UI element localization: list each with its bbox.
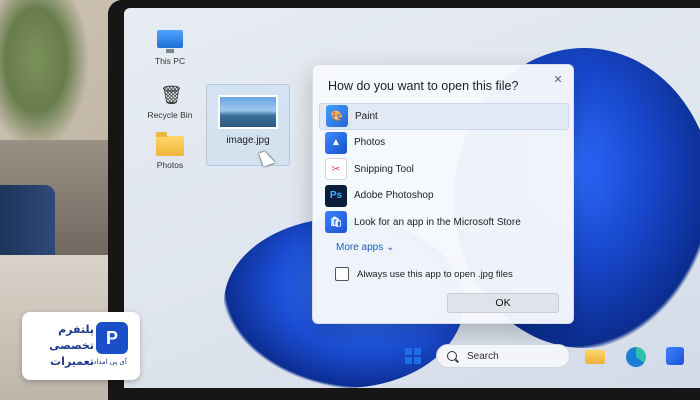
app-item-paint[interactable]: 🎨 Paint <box>319 103 569 130</box>
brand-line-2: تخصصی <box>49 340 94 352</box>
image-thumbnail <box>218 95 278 129</box>
search-icon <box>447 351 457 361</box>
desktop-icon-label: Photos <box>156 160 184 170</box>
background-plant <box>0 0 90 150</box>
app-item-photos[interactable]: ▲ Photos <box>319 130 569 157</box>
file-explorer-icon[interactable] <box>585 350 605 364</box>
search-label: Search <box>467 350 499 362</box>
desktop-icon-label: Recycle Bin <box>147 110 193 120</box>
always-use-label: Always use this app to open .jpg files <box>357 268 513 280</box>
app-label: Adobe Photoshop <box>354 190 434 202</box>
open-with-dialog: How do you want to open this file? ✕ 🎨 P… <box>312 64 574 324</box>
app-label: Paint <box>355 110 378 122</box>
start-icon[interactable] <box>405 348 421 364</box>
chevron-down-icon: ⌄ <box>386 242 395 253</box>
laptop-screen: This PC 🗑 Recycle Bin Photos image.jpg H… <box>124 8 700 388</box>
background-mug <box>0 185 55 265</box>
edge-icon[interactable] <box>626 347 646 367</box>
desktop-icon-label: This PC <box>154 56 186 66</box>
computer-icon <box>157 30 183 53</box>
file-name: image.jpg <box>226 135 270 146</box>
more-apps-link[interactable]: More apps ⌄ <box>336 242 394 253</box>
store-icon: 🛍 <box>325 211 347 234</box>
app-item-microsoft-store[interactable]: 🛍 Look for an app in the Microsoft Store <box>319 209 569 236</box>
recycle-bin-icon: 🗑 <box>160 85 183 105</box>
app-label: Photos <box>354 137 386 149</box>
brand-badge: پلتفرم تخصصی تعمیرات P آی پی امداد <box>22 312 140 380</box>
store-taskbar-icon[interactable] <box>666 347 684 365</box>
app-item-snipping-tool[interactable]: ✂ Snipping Tool <box>319 156 569 183</box>
brand-subtitle: آی پی امداد <box>93 359 127 366</box>
brand-text: پلتفرم تخصصی تعمیرات <box>32 322 94 370</box>
always-use-checkbox[interactable] <box>335 267 349 281</box>
app-label: Snipping Tool <box>354 163 414 175</box>
photoshop-icon: Ps <box>325 184 347 207</box>
search-box[interactable]: Search <box>436 344 570 368</box>
app-item-photoshop[interactable]: Ps Adobe Photoshop <box>319 183 569 210</box>
brand-line-3: تعمیرات <box>50 356 94 368</box>
app-list: 🎨 Paint ▲ Photos ✂ Snipping Tool Ps Adob… <box>319 103 569 236</box>
dialog-title: How do you want to open this file? <box>328 79 519 93</box>
taskbar: Search <box>248 336 700 376</box>
folder-icon <box>156 132 184 156</box>
file-image-jpg[interactable]: image.jpg <box>206 84 290 166</box>
app-label: Look for an app in the Microsoft Store <box>354 216 521 228</box>
always-use-option: Always use this app to open .jpg files <box>335 267 513 281</box>
photos-icon: ▲ <box>325 131 347 154</box>
snipping-tool-icon: ✂ <box>325 158 347 181</box>
desktop-icon-photos[interactable]: Photos <box>140 132 200 170</box>
brand-logo-icon: P <box>96 322 128 354</box>
desktop-icon-this-pc[interactable]: This PC <box>140 30 200 66</box>
paint-icon: 🎨 <box>326 105 348 128</box>
more-apps-label: More apps <box>336 242 384 253</box>
brand-line-1: پلتفرم <box>58 324 94 336</box>
ok-button[interactable]: OK <box>447 293 559 313</box>
close-icon[interactable]: ✕ <box>551 73 565 87</box>
desktop-icon-recycle-bin[interactable]: 🗑 Recycle Bin <box>140 84 200 120</box>
